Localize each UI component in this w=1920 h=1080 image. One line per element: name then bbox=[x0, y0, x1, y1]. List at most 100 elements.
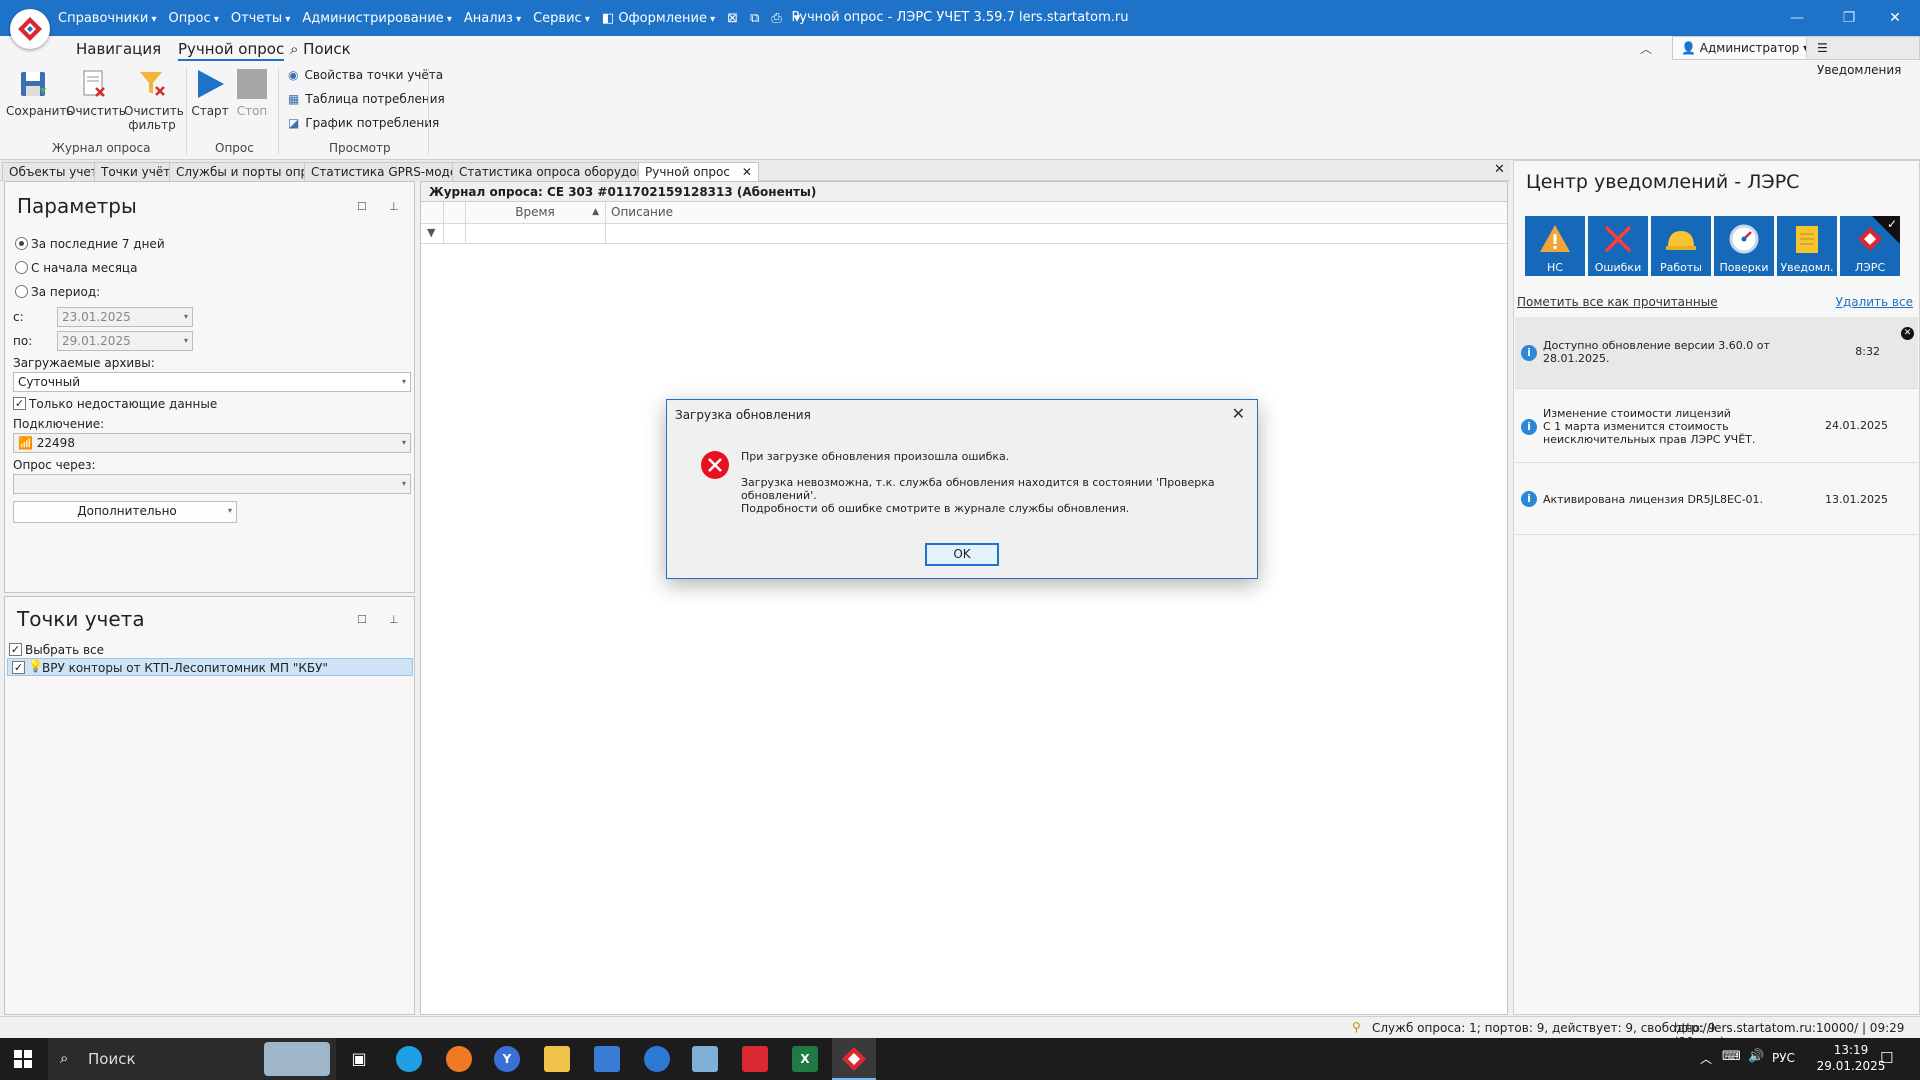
search-icon: ⌕ bbox=[290, 40, 304, 58]
menu-poll[interactable]: Опрос bbox=[169, 11, 219, 26]
menu-service[interactable]: Сервис bbox=[533, 11, 590, 26]
network-icon[interactable]: ⌨ bbox=[1722, 1049, 1741, 1064]
task-view-icon[interactable]: ▣ bbox=[346, 1046, 372, 1072]
file-explorer-icon[interactable] bbox=[544, 1046, 570, 1072]
via-select[interactable]: ▾ bbox=[13, 474, 411, 494]
notification-item[interactable]: i Активирована лицензия DR5JL8EC-01. 13.… bbox=[1515, 463, 1918, 535]
maximize-panel-icon[interactable]: ☐ bbox=[357, 200, 367, 213]
close-window-button[interactable]: ✕ bbox=[1872, 0, 1918, 36]
tile-emergencies[interactable]: НС bbox=[1525, 216, 1585, 276]
column-time[interactable]: Время ▲ bbox=[465, 202, 605, 223]
minimize-button[interactable]: — bbox=[1774, 0, 1820, 36]
point-properties-button[interactable]: ◉ Свойства точки учёта bbox=[288, 68, 443, 82]
tab-search[interactable]: ⌕ Поиск bbox=[290, 40, 351, 58]
tile-lers[interactable]: ✓ ЛЭРС bbox=[1840, 216, 1900, 276]
firefox-icon[interactable] bbox=[446, 1046, 472, 1072]
volume-icon[interactable]: 🔊 bbox=[1748, 1049, 1764, 1064]
notification-center: Центр уведомлений - ЛЭРС НС Ошибки Работ… bbox=[1513, 160, 1920, 1015]
menu-administration[interactable]: Администрирование bbox=[302, 11, 452, 26]
list-item[interactable]: ✓ 💡 ВРУ конторы от КТП-Лесопитомник МП "… bbox=[7, 658, 413, 676]
user-menu-button[interactable]: 👤 Администратор ▾ bbox=[1672, 36, 1819, 60]
pin-icon[interactable]: ⊥ bbox=[389, 200, 399, 213]
clear-filter-button[interactable]: Очистить фильтр bbox=[124, 68, 184, 132]
archives-select[interactable]: Суточный ▾ bbox=[13, 372, 411, 392]
to-date-field[interactable]: 29.01.2025 ▾ bbox=[57, 331, 193, 351]
yandex-browser-icon[interactable]: Y bbox=[494, 1046, 520, 1072]
pages-icon[interactable]: ⧉ bbox=[750, 11, 759, 26]
stop-button[interactable]: Стоп bbox=[232, 68, 272, 118]
tab-navigation[interactable]: Навигация bbox=[76, 40, 161, 58]
pin-icon[interactable]: ⊥ bbox=[389, 613, 399, 626]
menu-design[interactable]: ◧ Оформление bbox=[602, 11, 715, 26]
radio-month-start[interactable] bbox=[15, 261, 28, 274]
collapse-ribbon-icon[interactable]: ︿ bbox=[1640, 40, 1652, 57]
action-center-icon[interactable]: ☐ bbox=[1880, 1049, 1893, 1067]
tray-chevron-icon[interactable]: ︿ bbox=[1700, 1050, 1712, 1067]
tab-manual-poll-doc[interactable]: Ручной опрос ✕ bbox=[638, 162, 759, 181]
window-icon[interactable]: ⊠ bbox=[727, 11, 738, 26]
filter-icon[interactable]: ▼ bbox=[427, 226, 435, 239]
tile-works[interactable]: Работы bbox=[1651, 216, 1711, 276]
dialog-title: Загрузка обновления bbox=[675, 408, 811, 422]
radio-last-7-days[interactable] bbox=[15, 237, 28, 250]
ribbon: Навигация Ручной опрос ⌕ Поиск ︿ 👤 Админ… bbox=[0, 36, 1920, 160]
point-label: ВРУ конторы от КТП-Лесопитомник МП "КБУ" bbox=[42, 661, 328, 675]
ribbon-separator bbox=[186, 68, 187, 154]
notification-item[interactable]: i Изменение стоимости лицензий С 1 марта … bbox=[1515, 391, 1918, 463]
point-checkbox[interactable]: ✓ bbox=[12, 661, 25, 674]
column-description[interactable]: Описание bbox=[611, 202, 673, 223]
more-options-button[interactable]: Дополнительно ▾ bbox=[13, 501, 237, 523]
save-button[interactable]: Сохранить bbox=[6, 68, 74, 118]
app-logo[interactable] bbox=[10, 9, 50, 49]
chart-icon: ◪ bbox=[288, 116, 300, 130]
menu-reports[interactable]: Отчеты bbox=[231, 11, 291, 26]
menu-directories[interactable]: Справочники bbox=[58, 11, 157, 26]
from-date-field[interactable]: 23.01.2025 ▾ bbox=[57, 307, 193, 327]
close-icon[interactable]: ✕ bbox=[1232, 404, 1245, 423]
radio-period[interactable] bbox=[15, 285, 28, 298]
language-indicator[interactable]: РУС bbox=[1772, 1051, 1795, 1065]
excel-icon[interactable]: X bbox=[792, 1046, 818, 1072]
radio-label-month-start: С начала месяца bbox=[31, 261, 138, 275]
delete-all-link[interactable]: Удалить все bbox=[1836, 295, 1913, 309]
journal-title: Журнал опроса: СЕ 303 #011702159128313 (… bbox=[421, 182, 1507, 202]
group-label-poll: Опрос bbox=[215, 141, 254, 155]
pdf-reader-icon[interactable] bbox=[742, 1046, 768, 1072]
tab-manual-poll[interactable]: Ручной опрос bbox=[178, 40, 285, 61]
mark-all-read-link[interactable]: Пометить все как прочитанные bbox=[1517, 295, 1718, 309]
clear-button[interactable]: Очистить bbox=[66, 68, 126, 118]
edge-icon[interactable] bbox=[396, 1046, 422, 1072]
services-status: Служб опроса: 1; портов: 9, действует: 9… bbox=[1372, 1021, 1716, 1035]
consumption-table-button[interactable]: ▦ Таблица потребления bbox=[288, 92, 445, 106]
list-icon: ☰ bbox=[1817, 41, 1828, 55]
notepad-icon[interactable] bbox=[692, 1046, 718, 1072]
start-button[interactable]: Старт bbox=[190, 68, 230, 118]
close-tab-icon[interactable]: ✕ bbox=[742, 165, 752, 179]
ok-button[interactable]: OK bbox=[925, 543, 999, 566]
notifications-button[interactable]: ☰ Уведомления bbox=[1806, 36, 1920, 77]
customize-toolbar-icon[interactable]: ▾ bbox=[794, 11, 801, 26]
missing-only-checkbox[interactable]: ✓ bbox=[13, 397, 26, 410]
filter-row[interactable]: ▼ bbox=[421, 224, 1507, 244]
dismiss-icon[interactable]: ✕ bbox=[1901, 327, 1914, 340]
connection-select[interactable]: 📶 22498 ▾ bbox=[13, 433, 411, 453]
check-icon: ✓ bbox=[1886, 217, 1897, 231]
tile-errors[interactable]: Ошибки bbox=[1588, 216, 1648, 276]
lers-taskbar-button[interactable] bbox=[832, 1038, 876, 1080]
maximize-button[interactable]: ❐ bbox=[1826, 0, 1872, 36]
messenger-icon[interactable] bbox=[644, 1046, 670, 1072]
tile-verifications[interactable]: Поверки bbox=[1714, 216, 1774, 276]
taskbar-search[interactable]: ⌕ Поиск bbox=[48, 1038, 336, 1080]
user-icon: 👤 bbox=[1681, 41, 1696, 55]
tile-notifications[interactable]: Уведомл. bbox=[1777, 216, 1837, 276]
menu-analysis[interactable]: Анализ bbox=[464, 11, 521, 26]
notification-item[interactable]: i Доступно обновление версии 3.60.0 от 28… bbox=[1515, 317, 1918, 389]
windows-start-icon[interactable] bbox=[14, 1050, 32, 1071]
notification-time: 8:32 bbox=[1855, 345, 1880, 358]
select-all-checkbox[interactable]: ✓ bbox=[9, 643, 22, 656]
consumption-chart-button[interactable]: ◪ График потребления bbox=[288, 116, 439, 130]
close-all-tabs-icon[interactable]: ✕ bbox=[1494, 162, 1505, 177]
store-icon[interactable] bbox=[594, 1046, 620, 1072]
maximize-panel-icon[interactable]: ☐ bbox=[357, 613, 367, 626]
print-icon[interactable]: ⎙ bbox=[771, 11, 781, 26]
